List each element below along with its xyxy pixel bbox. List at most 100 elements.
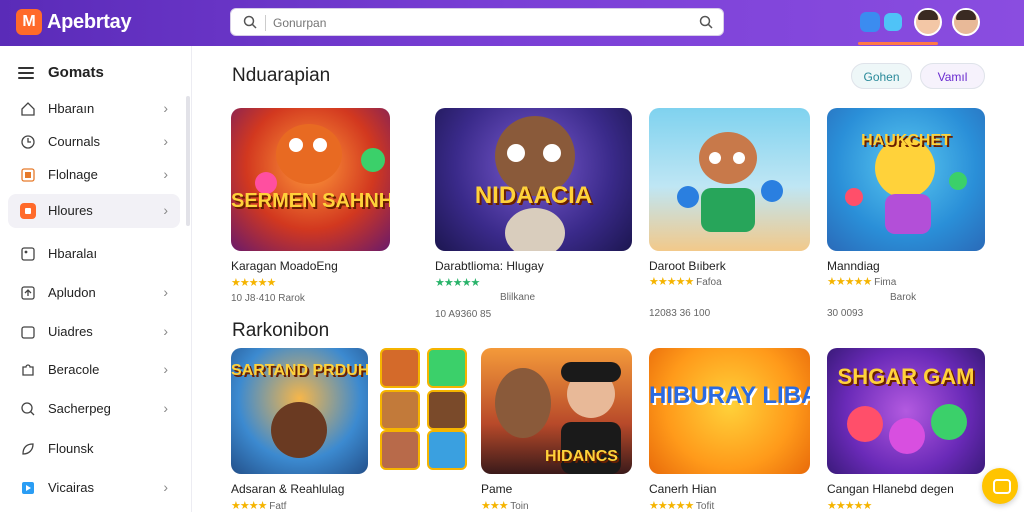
game-title-art: HAUKCHET (861, 132, 951, 149)
game-card-image[interactable]: SHGAR GAM (827, 348, 985, 474)
chevron-right-icon: › (163, 202, 168, 218)
chevron-right-icon: › (163, 400, 168, 416)
sidebar: Gomats Hbaraın › Cournals › Flolnage › H… (0, 46, 192, 512)
sidebar-item-image[interactable]: Flolnage › (8, 158, 180, 192)
game-title[interactable]: Darabtlioma: Hlugay (435, 259, 544, 273)
sidebar-item-upload[interactable]: Apludon › (8, 276, 180, 310)
game-meta: Fima (874, 277, 897, 288)
game-card-image[interactable]: HIDANCS (481, 348, 632, 474)
chevron-right-icon: › (163, 323, 168, 339)
puzzle-icon (22, 364, 34, 376)
sidebar-item-label: Uiadres (48, 324, 93, 339)
sidebar-item-label: Apludon (48, 285, 96, 300)
profile-avatar[interactable] (952, 8, 980, 36)
game-card-image[interactable]: SERMEN SAHNHIIZ (231, 108, 390, 251)
chevron-right-icon: › (163, 361, 168, 377)
game-title[interactable]: Adsaran & Reahlulag (231, 482, 344, 496)
game-card-image[interactable] (649, 108, 810, 251)
clock-icon (21, 135, 35, 149)
game-title[interactable]: Cangan Hlanebd degen (827, 482, 954, 496)
game-card-image[interactable]: NIDAACIA (435, 108, 632, 251)
sidebar-title: Gomats (48, 64, 104, 81)
sidebar-item-journals[interactable]: Cournals › (8, 125, 180, 159)
rating-row: ★★★★ Fatf (231, 499, 286, 512)
sidebar-item-search[interactable]: Sacherpeg › (8, 392, 180, 426)
game-title-art: SARTAND PRDUHEL (231, 362, 368, 379)
sidebar-item-bookmarks[interactable]: Flounsk (8, 432, 180, 466)
search-bar[interactable] (230, 8, 724, 36)
search-divider (265, 15, 266, 31)
sidebar-item-label: Hbaraın (48, 101, 95, 116)
search-icon (243, 15, 257, 29)
search-input[interactable] (273, 13, 693, 33)
sidebar-scrollbar[interactable] (186, 96, 190, 226)
app-logo[interactable]: M (16, 9, 42, 35)
game-title[interactable]: Karagan MoadoEng (231, 259, 338, 273)
game-meta: 10 J8·410 Rarok (231, 293, 305, 304)
search-submit-icon[interactable] (699, 15, 713, 29)
rating-row: ★★★★★ (827, 499, 872, 512)
game-card-image[interactable]: SARTAND PRDUHEL (231, 348, 368, 474)
game-title-art: SHGAR GAM (837, 364, 975, 389)
rating-row: ★★★★★ Fima (827, 275, 896, 288)
chevron-right-icon: › (163, 100, 168, 116)
game-title[interactable]: Pame (481, 482, 512, 496)
thumbnail-tile[interactable] (427, 430, 467, 470)
top-bar: M Apebrtay (0, 0, 1024, 46)
chevron-right-icon: › (163, 479, 168, 495)
section-title: Nduarapian (232, 65, 331, 86)
game-meta: Fatf (269, 501, 287, 512)
rating-stars: ★★★★★ (649, 276, 694, 288)
bookmark-icon (22, 443, 34, 455)
game-card-image[interactable]: HAUKCHET (827, 108, 985, 251)
controller-icon[interactable] (884, 13, 902, 31)
game-meta: Fafoa (696, 277, 722, 288)
chat-button[interactable] (982, 468, 1018, 504)
sidebar-item-folders[interactable]: Uiadres › (8, 315, 180, 349)
filter-pill-left[interactable]: Gohen (851, 63, 912, 89)
sidebar-item-label: Hloures (48, 203, 93, 218)
sidebar-item-home[interactable]: Hbaraın › (8, 92, 180, 126)
game-meta: 10 A9360 85 (435, 309, 492, 320)
menu-icon[interactable] (18, 67, 34, 79)
game-title-art: HIDANCS (545, 448, 618, 465)
sidebar-item-label: Vicairas (48, 480, 95, 495)
game-title[interactable]: Canerh Hian (649, 482, 716, 496)
sidebar-item-features[interactable]: Hloures › (8, 194, 180, 228)
filter-pill-right[interactable]: Vamıl (920, 63, 985, 89)
thumbnail-tile[interactable] (380, 348, 420, 388)
game-meta: Toin (510, 501, 529, 512)
game-title-art: HIBURAY LIBASS (649, 382, 810, 409)
grid-icon (21, 168, 35, 182)
thumbnail-tile[interactable] (427, 348, 467, 388)
sidebar-item-label: Flounsk (48, 441, 94, 456)
app-name[interactable]: Apebrtay (47, 11, 132, 34)
game-card-image[interactable]: HIBURAY LIBASS (649, 348, 810, 474)
folder-icon (21, 326, 35, 339)
avatar[interactable] (914, 8, 942, 36)
sidebar-item-label: Cournals (48, 134, 101, 149)
game-title-art: NIDAACIA (474, 182, 593, 209)
thumbnail-tile[interactable] (380, 390, 420, 430)
sidebar-item-library[interactable]: Hbaralaı (8, 237, 180, 271)
active-indicator (858, 42, 938, 45)
game-title[interactable]: Manndiag (827, 259, 880, 273)
sidebar-item-label: Sacherpeg (48, 401, 111, 416)
game-meta: Blilkane (500, 292, 536, 303)
sidebar-item-label: Beracole (48, 362, 100, 377)
game-meta: 30 0093 (827, 308, 864, 319)
chevron-right-icon: › (163, 133, 168, 149)
sidebar-item-puzzles[interactable]: Beracole › (8, 353, 180, 387)
game-title[interactable]: Daroot Bıiberk (649, 259, 726, 273)
rating-stars: ★★★★★ (827, 500, 872, 512)
game-meta: 12083 36 100 (649, 308, 711, 319)
image-icon (21, 247, 35, 261)
rating-stars: ★★★★★ (827, 276, 872, 288)
thumbnail-tile[interactable] (427, 390, 467, 430)
rating-stars: ★★★ (481, 500, 509, 512)
sidebar-item-videos[interactable]: Vicairas › (8, 471, 180, 505)
thumbnail-tile[interactable] (380, 430, 420, 470)
game-icon[interactable] (860, 12, 880, 32)
game-title-art: SERMEN SAHNHIIZ (231, 190, 390, 212)
game-meta: Barok (890, 292, 917, 303)
